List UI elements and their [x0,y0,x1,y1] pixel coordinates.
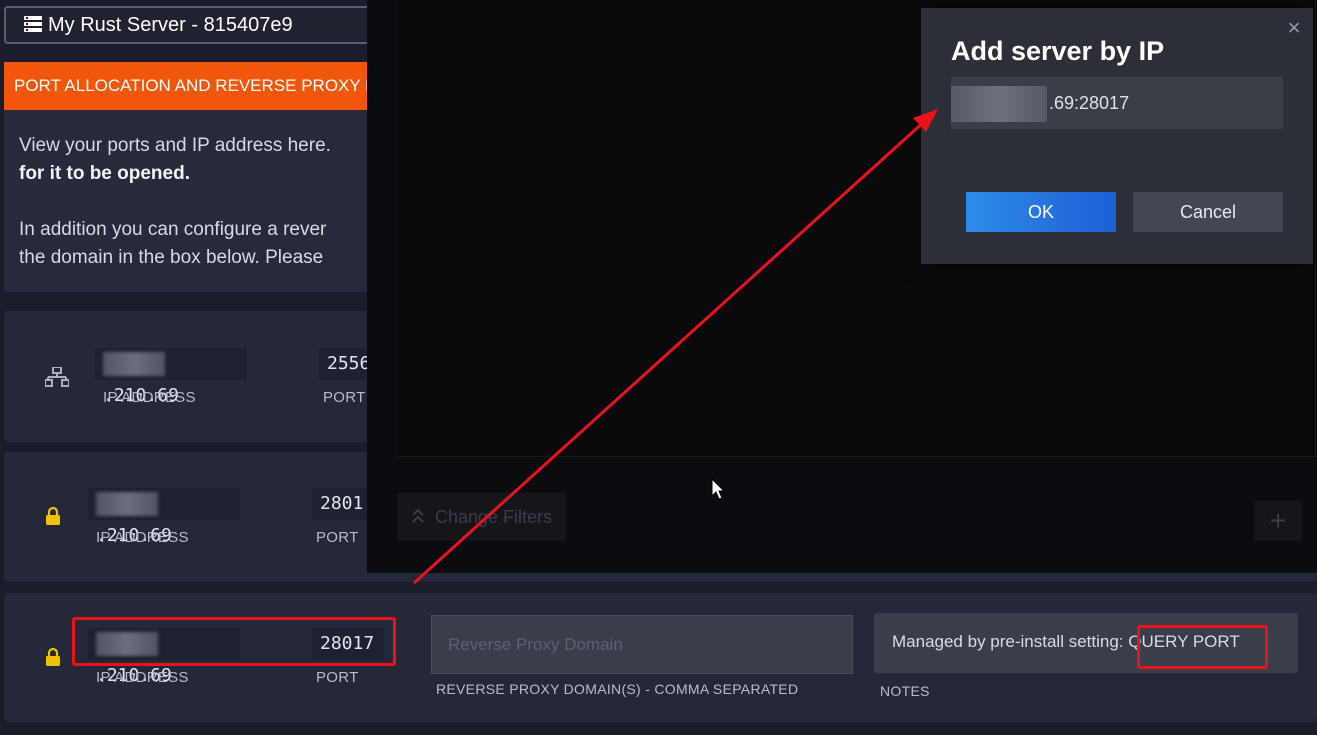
mouse-cursor-icon [711,477,726,505]
annotation-arrow [412,109,938,585]
